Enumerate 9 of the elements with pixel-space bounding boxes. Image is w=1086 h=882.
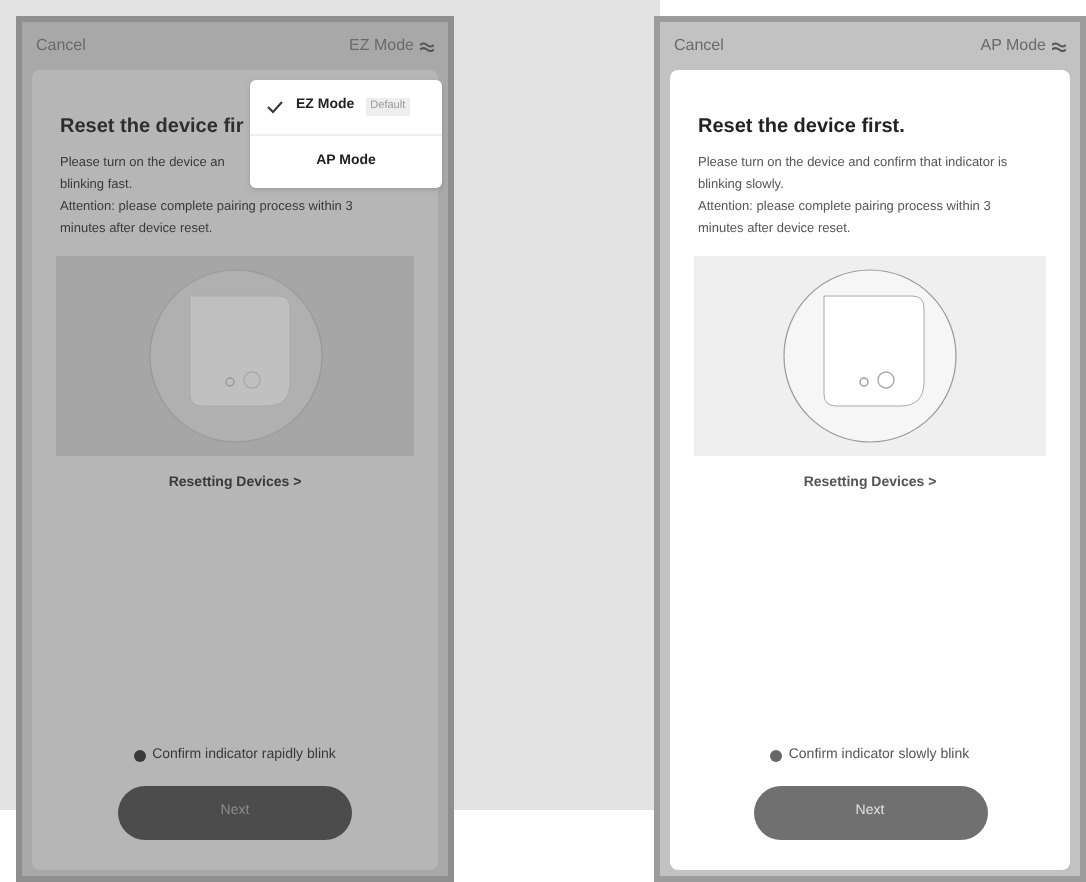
wave-icon xyxy=(1052,41,1066,51)
screen-title: Reset the device first. xyxy=(698,114,905,142)
screen-title: Reset the device fir xyxy=(60,114,244,142)
check-icon xyxy=(266,100,284,114)
mode-button[interactable]: AP Mode xyxy=(980,34,1066,58)
wave-icon xyxy=(420,41,434,51)
mode-button[interactable]: EZ Mode xyxy=(349,34,434,58)
cancel-button[interactable]: Cancel xyxy=(674,34,724,58)
cancel-button[interactable]: Cancel xyxy=(36,34,86,58)
